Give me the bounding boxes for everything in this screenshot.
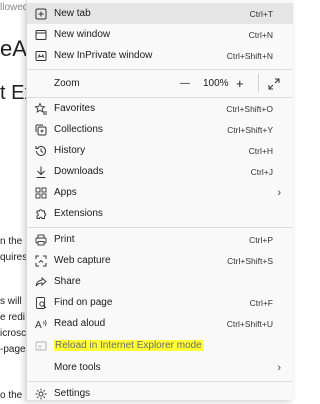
menu-separator <box>27 227 293 228</box>
menu-item-zoom: Zoom — 100% + <box>27 72 293 95</box>
menu-item-settings[interactable]: Settings <box>27 383 293 404</box>
menu-item-read-aloud[interactable]: A Read aloud Ctrl+Shift+U <box>27 313 293 334</box>
menu-item-apps[interactable]: Apps › <box>27 182 293 203</box>
zoom-divider <box>258 74 259 92</box>
fullscreen-icon[interactable] <box>267 77 281 91</box>
new-tab-icon <box>34 7 48 21</box>
shortcut-label: Ctrl+J <box>250 166 273 177</box>
shortcut-label: Ctrl+H <box>248 145 273 156</box>
bg-text-line: quires <box>0 252 28 263</box>
zoom-in-button[interactable]: + <box>236 76 244 91</box>
menu-item-label: Collections <box>54 124 103 135</box>
menu-item-more-tools[interactable]: More tools › <box>27 357 293 378</box>
menu-item-label: Find on page <box>54 297 113 308</box>
shortcut-label: Ctrl+Shift+U <box>226 318 273 329</box>
apps-icon <box>34 186 48 200</box>
read-aloud-icon: A <box>34 317 48 331</box>
menu-item-history[interactable]: History Ctrl+H <box>27 140 293 161</box>
menu-item-new-tab[interactable]: New tab Ctrl+T <box>27 3 293 24</box>
menu-item-label: New tab <box>54 8 91 19</box>
chevron-right-icon: › <box>277 186 281 199</box>
menu-item-label: Web capture <box>54 255 111 266</box>
menu-item-web-capture[interactable]: Web capture Ctrl+Shift+S <box>27 250 293 271</box>
shortcut-label: Ctrl+Shift+Y <box>227 124 273 135</box>
zoom-level: 100% <box>203 78 229 89</box>
bg-text-line: o the <box>0 390 23 401</box>
new-window-icon <box>34 28 48 42</box>
menu-item-new-window[interactable]: New window Ctrl+N <box>27 24 293 45</box>
menu-item-label: New InPrivate window <box>54 50 153 61</box>
menu-item-label: Favorites <box>54 103 96 114</box>
menu-item-print[interactable]: Print Ctrl+P <box>27 229 293 250</box>
extensions-icon <box>34 207 48 221</box>
menu-item-label: Read aloud <box>54 318 106 329</box>
favorites-icon <box>34 101 48 116</box>
menu-item-label: Share <box>54 276 81 287</box>
print-icon <box>34 233 48 247</box>
menu-item-label: More tools <box>54 362 101 373</box>
web-capture-icon <box>34 254 48 268</box>
menu-item-label: History <box>54 145 86 156</box>
bg-fragment: llowed <box>0 2 29 13</box>
share-icon <box>34 275 48 289</box>
svg-text:A: A <box>35 320 42 331</box>
menu-item-label: Print <box>54 234 75 245</box>
bg-text-line: s will <box>0 296 22 307</box>
history-icon <box>34 144 48 158</box>
menu-item-find-on-page[interactable]: Find on page Ctrl+F <box>27 292 293 313</box>
zoom-label: Zoom <box>54 78 80 89</box>
bg-text-line: n the <box>0 236 23 247</box>
menu-separator <box>27 69 293 70</box>
shortcut-label: Ctrl+Shift+S <box>227 255 273 266</box>
internet-explorer-icon: e <box>34 339 48 353</box>
download-icon <box>34 165 48 179</box>
menu-separator <box>27 381 293 382</box>
shortcut-label: Ctrl+T <box>249 8 273 19</box>
shortcut-label: Ctrl+F <box>249 297 273 308</box>
zoom-out-button[interactable]: — <box>180 78 190 89</box>
menu-item-new-inprivate[interactable]: New InPrivate window Ctrl+Shift+N <box>27 45 293 66</box>
menu-item-downloads[interactable]: Downloads Ctrl+J <box>27 161 293 182</box>
menu-item-reload-ie-mode[interactable]: e Reload in Internet Explorer mode <box>27 335 293 356</box>
menu-item-label: Downloads <box>54 166 104 177</box>
menu-item-collections[interactable]: Collections Ctrl+Shift+Y <box>27 119 293 140</box>
menu-item-label: Apps <box>54 187 77 198</box>
menu-item-share[interactable]: Share <box>27 271 293 292</box>
bg-text-line: -page <box>0 344 26 355</box>
chevron-right-icon: › <box>277 361 281 374</box>
menu-item-label: Extensions <box>54 208 103 219</box>
shortcut-label: Ctrl+P <box>249 234 273 245</box>
shortcut-label: Ctrl+Shift+N <box>226 50 273 61</box>
menu-item-favorites[interactable]: Favorites Ctrl+Shift+O <box>27 98 293 119</box>
shortcut-label: Ctrl+N <box>248 29 273 40</box>
menu-item-label: New window <box>54 29 111 40</box>
menu-item-label: Settings <box>54 388 91 399</box>
collections-icon <box>34 123 48 137</box>
gear-icon <box>34 387 48 401</box>
browser-settings-menu: New tab Ctrl+T New window Ctrl+N New InP… <box>26 0 293 400</box>
shortcut-label: Ctrl+Shift+O <box>226 103 273 114</box>
menu-item-extensions[interactable]: Extensions <box>27 203 293 224</box>
find-icon <box>34 296 48 310</box>
inprivate-icon <box>34 49 48 63</box>
bg-text-line: icrosc <box>0 328 27 339</box>
menu-item-label: Reload in Internet Explorer mode <box>54 340 203 351</box>
bg-text-line: e redi <box>0 312 26 323</box>
